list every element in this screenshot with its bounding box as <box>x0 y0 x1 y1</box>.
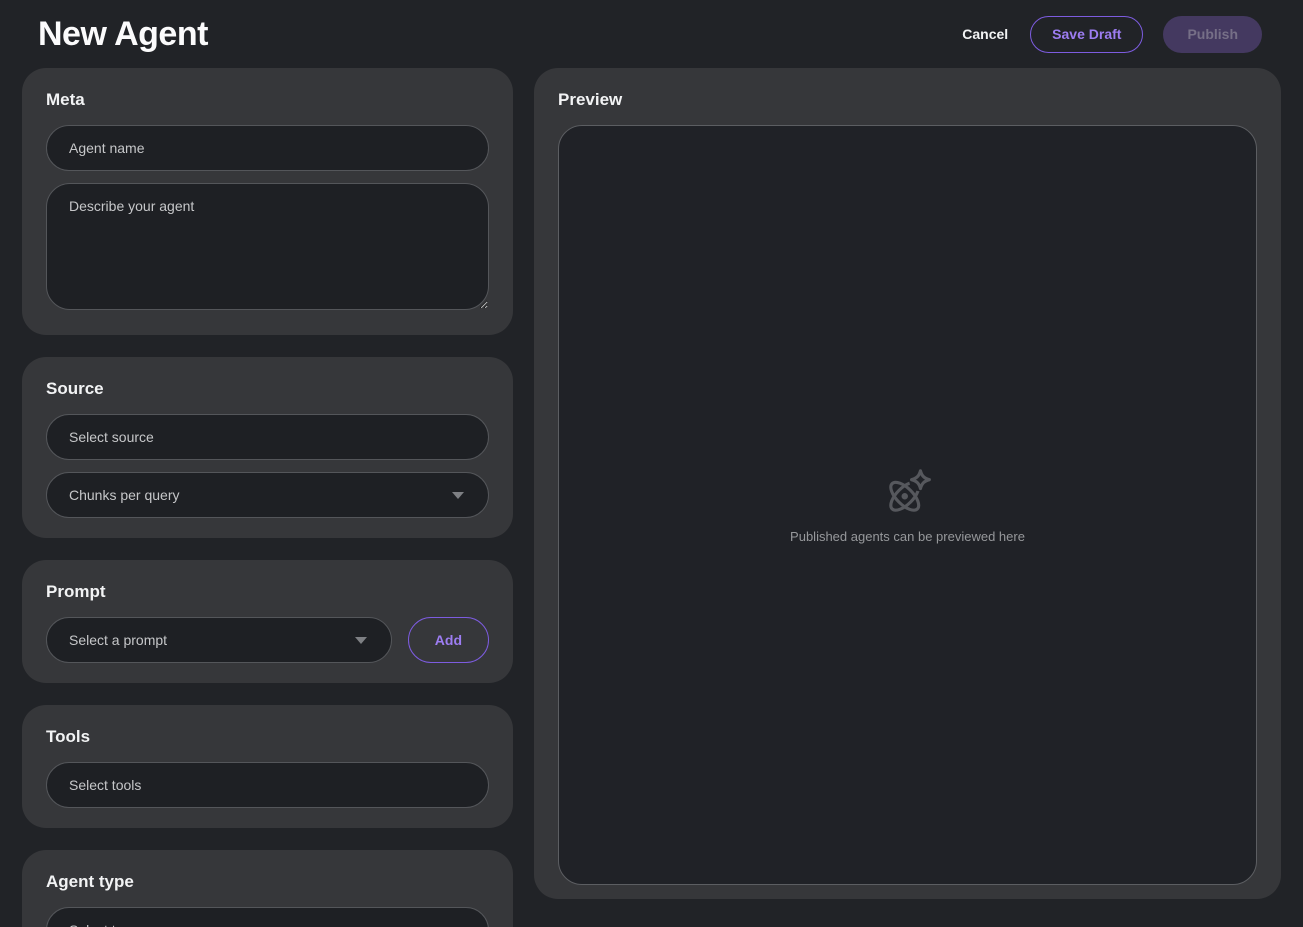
atom-sparkle-icon <box>882 467 934 519</box>
tools-card: Tools <box>22 705 513 828</box>
prompt-row: Select a prompt Add <box>46 617 489 663</box>
select-tools-input[interactable] <box>46 762 489 808</box>
agent-type-select[interactable]: Select type <box>46 907 489 927</box>
chunks-per-query-value: Chunks per query <box>69 487 180 503</box>
page-title: New Agent <box>38 15 208 54</box>
cancel-button[interactable]: Cancel <box>960 18 1010 50</box>
save-draft-button[interactable]: Save Draft <box>1030 16 1143 53</box>
preview-card: Preview Published a <box>534 68 1281 899</box>
prompt-select-value: Select a prompt <box>69 632 167 648</box>
agent-name-input[interactable] <box>46 125 489 171</box>
source-card: Source Chunks per query <box>22 357 513 538</box>
publish-button[interactable]: Publish <box>1163 16 1262 53</box>
chevron-down-icon <box>452 492 464 499</box>
meta-heading: Meta <box>46 90 489 110</box>
source-heading: Source <box>46 379 489 399</box>
add-prompt-button[interactable]: Add <box>408 617 489 663</box>
prompt-heading: Prompt <box>46 582 489 602</box>
page-header: New Agent Cancel Save Draft Publish <box>0 0 1303 68</box>
agent-description-textarea[interactable] <box>46 183 489 310</box>
prompt-card: Prompt Select a prompt Add <box>22 560 513 683</box>
agent-type-card: Agent type Select type <box>22 850 513 927</box>
agent-form-column: Meta Source Chunks per query Prompt Sele… <box>22 68 513 899</box>
chevron-down-icon <box>355 637 367 644</box>
main-content: Meta Source Chunks per query Prompt Sele… <box>0 68 1303 899</box>
header-actions: Cancel Save Draft Publish <box>960 16 1262 53</box>
prompt-select[interactable]: Select a prompt <box>46 617 392 663</box>
agent-type-value: Select type <box>69 922 138 927</box>
preview-empty-state: Published agents can be previewed here <box>558 125 1257 885</box>
tools-heading: Tools <box>46 727 489 747</box>
agent-type-heading: Agent type <box>46 872 489 892</box>
preview-empty-text: Published agents can be previewed here <box>790 529 1025 544</box>
chunks-per-query-select[interactable]: Chunks per query <box>46 472 489 518</box>
preview-column: Preview Published a <box>534 68 1281 899</box>
preview-heading: Preview <box>558 90 1257 110</box>
select-source-input[interactable] <box>46 414 489 460</box>
meta-card: Meta <box>22 68 513 335</box>
